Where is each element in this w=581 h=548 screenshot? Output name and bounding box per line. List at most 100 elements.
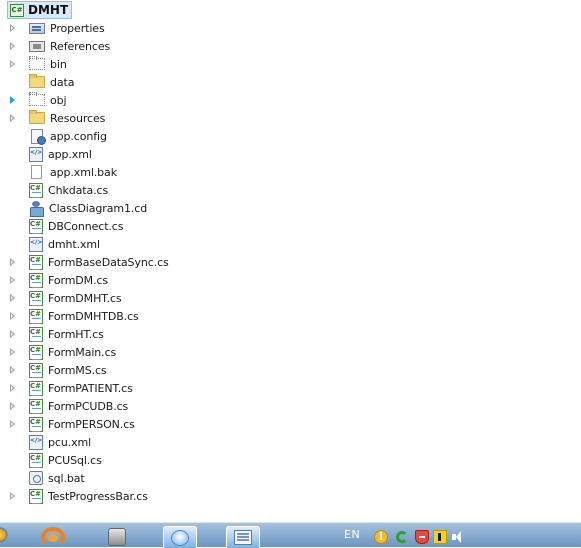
tree-item[interactable]: DBConnect.cs — [0, 217, 123, 235]
csharp-file-icon — [29, 488, 43, 504]
tree-item-label: app.config — [50, 129, 107, 143]
tree-item[interactable]: sql.bat — [0, 469, 85, 487]
references-icon — [29, 40, 45, 52]
folder-icon — [29, 110, 45, 124]
csharp-file-icon — [29, 308, 43, 324]
expand-arrow-icon[interactable] — [9, 329, 17, 339]
tree-item-label: Chkdata.cs — [48, 183, 109, 197]
folder-empty-icon — [29, 92, 45, 106]
tree-item[interactable]: app.xml.bak — [0, 163, 117, 181]
csharp-file-icon — [29, 398, 43, 414]
tree-item-label: sql.bat — [48, 471, 85, 485]
tree-item[interactable]: app.config — [0, 127, 107, 145]
tree-item-label: app.xml — [48, 147, 92, 161]
tree-item-label: FormMain.cs — [48, 345, 117, 359]
expand-arrow-icon[interactable] — [9, 95, 17, 105]
tree-item[interactable]: data — [0, 73, 74, 91]
expand-arrow-icon[interactable] — [9, 41, 17, 51]
no-arrow-spacer — [9, 149, 17, 159]
yellow-app-icon[interactable] — [433, 530, 447, 544]
tree-item-label: ClassDiagram1.cd — [49, 201, 148, 215]
expand-arrow-icon[interactable] — [9, 419, 17, 429]
tree-item-label: FormPCUDB.cs — [48, 399, 129, 413]
tree-item[interactable]: Chkdata.cs — [0, 181, 108, 199]
tree-item[interactable]: FormDM.cs — [0, 271, 108, 289]
tree-item-label: FormHT.cs — [48, 327, 104, 341]
project-node-dmht[interactable]: C# DMHT — [7, 1, 73, 19]
expand-arrow-icon[interactable] — [9, 23, 17, 33]
tree-item[interactable]: app.xml — [0, 145, 92, 163]
info-icon[interactable] — [374, 530, 388, 544]
xml-file-icon — [29, 146, 43, 162]
tree-item-label: FormDMHT.cs — [48, 291, 122, 305]
tree-item[interactable]: dmht.xml — [0, 235, 100, 253]
batch-file-icon — [29, 471, 43, 485]
no-arrow-spacer — [9, 77, 17, 87]
no-arrow-spacer — [9, 239, 17, 249]
expand-arrow-icon[interactable] — [9, 491, 17, 501]
tree-item-label: bin — [50, 57, 67, 71]
tree-item[interactable]: Properties — [0, 19, 105, 37]
expand-arrow-icon[interactable] — [9, 401, 17, 411]
expand-arrow-icon[interactable] — [9, 365, 17, 375]
document-app-icon[interactable] — [226, 526, 260, 548]
tree-item[interactable]: FormDMHTDB.cs — [0, 307, 139, 325]
tree-item[interactable]: FormPERSON.cs — [0, 415, 135, 433]
config-file-icon — [31, 128, 46, 145]
shield-icon[interactable] — [415, 530, 429, 544]
tree-item[interactable]: ClassDiagram1.cd — [0, 199, 147, 217]
expand-arrow-icon[interactable] — [9, 113, 17, 123]
app-icon[interactable] — [100, 526, 134, 548]
tree-item-label: FormBaseDataSync.cs — [48, 255, 169, 269]
tree-item[interactable]: FormPATIENT.cs — [0, 379, 133, 397]
tree-item[interactable]: FormPCUDB.cs — [0, 397, 128, 415]
expand-arrow-icon[interactable] — [9, 59, 17, 69]
start-orb-icon[interactable] — [0, 526, 14, 548]
language-indicator[interactable]: EN — [344, 528, 360, 541]
xml-file-icon — [29, 434, 43, 450]
volume-icon[interactable] — [451, 530, 467, 544]
tree-item[interactable]: FormBaseDataSync.cs — [0, 253, 169, 271]
tree-item-label: dmht.xml — [48, 237, 100, 251]
expand-arrow-icon[interactable] — [9, 293, 17, 303]
expand-arrow-icon[interactable] — [9, 275, 17, 285]
tree-item[interactable]: bin — [0, 55, 67, 73]
no-arrow-spacer — [9, 437, 17, 447]
tree-item-label: FormDMHTDB.cs — [48, 309, 139, 323]
network-app-icon[interactable] — [163, 526, 197, 548]
tree-item-label: FormPERSON.cs — [48, 417, 135, 431]
tree-item-label: data — [50, 75, 75, 89]
tree-item[interactable]: Resources — [0, 109, 105, 127]
expand-arrow-icon[interactable] — [9, 347, 17, 357]
properties-icon — [29, 22, 45, 34]
csharp-file-icon — [29, 452, 43, 468]
expand-arrow-icon[interactable] — [9, 257, 17, 267]
no-arrow-spacer — [9, 185, 17, 195]
class-diagram-icon — [29, 200, 44, 217]
csharp-file-icon — [29, 380, 43, 396]
tree-item[interactable]: References — [0, 37, 110, 55]
tree-item[interactable]: FormMain.cs — [0, 343, 116, 361]
expand-arrow-icon[interactable] — [9, 383, 17, 393]
browser-icon[interactable] — [38, 526, 72, 548]
folder-empty-icon — [29, 56, 45, 70]
green-circle-icon[interactable] — [395, 530, 409, 544]
tree-item[interactable]: TestProgressBar.cs — [0, 487, 148, 505]
tree-item[interactable]: FormHT.cs — [0, 325, 104, 343]
expand-arrow-icon[interactable] — [9, 311, 17, 321]
csharp-file-icon — [29, 362, 43, 378]
tree-item[interactable]: pcu.xml — [0, 433, 91, 451]
tree-item-label: PCUSql.cs — [48, 453, 102, 467]
no-arrow-spacer — [9, 167, 17, 177]
no-arrow-spacer — [9, 131, 17, 141]
tree-item-label: Resources — [50, 111, 106, 125]
tree-item-label: FormPATIENT.cs — [48, 381, 133, 395]
tree-item-label: pcu.xml — [48, 435, 92, 449]
csharp-file-icon — [29, 344, 43, 360]
csharp-file-icon — [29, 272, 43, 288]
no-arrow-spacer — [9, 455, 17, 465]
tree-item[interactable]: FormMS.cs — [0, 361, 107, 379]
tree-item[interactable]: obj — [0, 91, 67, 109]
tree-item[interactable]: FormDMHT.cs — [0, 289, 122, 307]
tree-item[interactable]: PCUSql.cs — [0, 451, 102, 469]
